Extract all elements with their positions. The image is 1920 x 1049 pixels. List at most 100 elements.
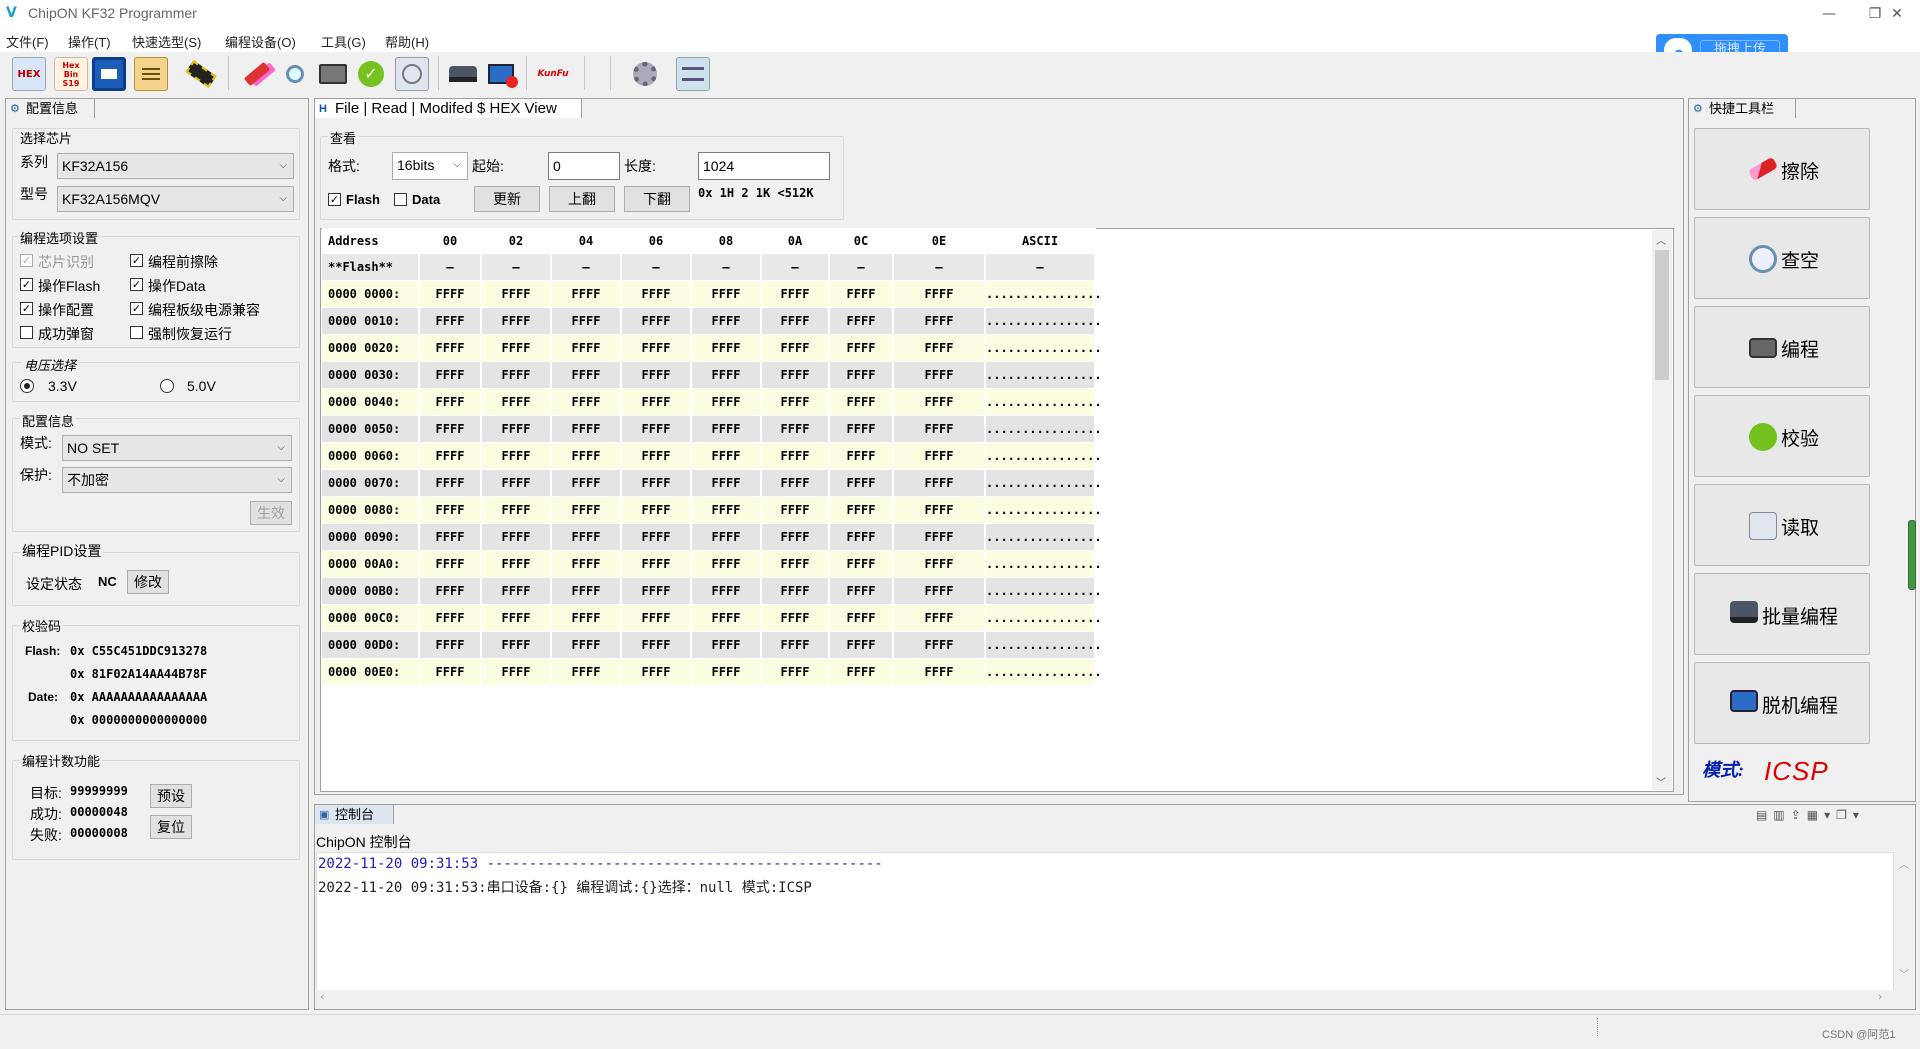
batch-program-icon[interactable] bbox=[446, 57, 480, 91]
hex-cell[interactable]: FFFF bbox=[482, 443, 552, 469]
hex-cell[interactable]: FFFF bbox=[762, 497, 830, 523]
hex-cell[interactable]: FFFF bbox=[894, 578, 986, 604]
hex-cell[interactable]: FFFF bbox=[622, 335, 692, 361]
hex-cell[interactable]: FFFF bbox=[894, 551, 986, 577]
option-checkbox[interactable] bbox=[20, 326, 33, 339]
quick-button[interactable]: 擦除 bbox=[1694, 128, 1870, 210]
hex-cell[interactable]: FFFF bbox=[622, 659, 692, 685]
hex-cell[interactable]: FFFF bbox=[420, 362, 482, 388]
blank-check-icon[interactable] bbox=[278, 57, 312, 91]
hex-cell[interactable]: FFFF bbox=[622, 389, 692, 415]
scroll-up-icon[interactable]: ︿ bbox=[1899, 856, 1909, 871]
hex-cell[interactable]: FFFF bbox=[692, 605, 762, 631]
hex-cell[interactable]: FFFF bbox=[894, 362, 986, 388]
hex-cell[interactable]: 0E bbox=[894, 228, 986, 254]
preset-button[interactable]: 预设 bbox=[150, 784, 192, 808]
hex-cell[interactable]: FFFF bbox=[482, 362, 552, 388]
apply-button[interactable]: 生效 bbox=[250, 501, 292, 525]
scroll-down-icon[interactable]: ﹀ bbox=[1656, 774, 1666, 789]
menu-help[interactable]: 帮助(H) bbox=[385, 32, 429, 51]
option-checkbox[interactable]: ✓ bbox=[20, 254, 33, 267]
scroll-left-icon[interactable]: ‹ bbox=[320, 990, 324, 1003]
hex-cell[interactable]: FFFF bbox=[482, 578, 552, 604]
hex-cell[interactable]: FFFF bbox=[692, 335, 762, 361]
hex-cell[interactable]: FFFF bbox=[552, 308, 622, 334]
hex-cell[interactable]: 0C bbox=[830, 228, 894, 254]
hex-cell[interactable]: FFFF bbox=[420, 416, 482, 442]
scroll-up-icon[interactable]: ︿ bbox=[1656, 232, 1666, 247]
tab-console[interactable]: ▣ 控制台 bbox=[314, 804, 394, 824]
hex-cell[interactable]: FFFF bbox=[552, 443, 622, 469]
hex-cell[interactable]: FFFF bbox=[622, 524, 692, 550]
hex-cell[interactable]: FFFF bbox=[762, 632, 830, 658]
console-hscrollbar[interactable]: ‹ › bbox=[316, 990, 1894, 1006]
quick-button[interactable]: 编程 bbox=[1694, 306, 1870, 388]
console-scrollbar[interactable]: ︿ ﹀ bbox=[1894, 852, 1914, 1002]
hex-cell[interactable]: — bbox=[830, 254, 894, 280]
tab-config[interactable]: ⚙ 配置信息 bbox=[5, 98, 95, 118]
hex-cell[interactable]: FFFF bbox=[894, 416, 986, 442]
hex-cell[interactable]: FFFF bbox=[762, 551, 830, 577]
mode-select[interactable]: NO SET ⌵ bbox=[62, 435, 292, 461]
data-checkbox[interactable] bbox=[394, 193, 407, 206]
hex-cell[interactable]: FFFF bbox=[552, 524, 622, 550]
hex-cell[interactable]: 00 bbox=[420, 228, 482, 254]
menu-quick-select[interactable]: 快速选型(S) bbox=[132, 32, 201, 51]
menu-operation[interactable]: 操作(T) bbox=[68, 32, 111, 51]
hex-cell[interactable]: FFFF bbox=[622, 443, 692, 469]
quick-button[interactable]: 校验 bbox=[1694, 395, 1870, 477]
hex-cell[interactable]: FFFF bbox=[692, 443, 762, 469]
hex-cell[interactable]: FFFF bbox=[622, 281, 692, 307]
hex-cell[interactable]: FFFF bbox=[894, 497, 986, 523]
flash-checkbox[interactable]: ✓ bbox=[328, 193, 341, 206]
page-down-button[interactable]: 下翻 bbox=[624, 186, 690, 212]
protect-select[interactable]: 不加密 ⌵ bbox=[62, 467, 292, 493]
hex-cell[interactable]: FFFF bbox=[482, 335, 552, 361]
hex-cell[interactable]: FFFF bbox=[830, 389, 894, 415]
hex-cell[interactable]: FFFF bbox=[692, 389, 762, 415]
hex-cell[interactable]: FFFF bbox=[552, 659, 622, 685]
quick-button[interactable]: 脱机编程 bbox=[1694, 662, 1870, 744]
hex-cell[interactable]: FFFF bbox=[622, 578, 692, 604]
hex-cell[interactable]: FFFF bbox=[762, 605, 830, 631]
dropdown-icon[interactable]: ▾ bbox=[1853, 808, 1865, 822]
option-checkbox[interactable]: ✓ bbox=[20, 278, 33, 291]
hex-cell[interactable]: FFFF bbox=[420, 578, 482, 604]
option-checkbox[interactable]: ✓ bbox=[130, 278, 143, 291]
hex-cell[interactable]: FFFF bbox=[830, 308, 894, 334]
quick-button[interactable]: 批量编程 bbox=[1694, 573, 1870, 655]
hex-cell[interactable]: FFFF bbox=[894, 605, 986, 631]
option-checkbox[interactable]: ✓ bbox=[130, 254, 143, 267]
hex-cell[interactable]: FFFF bbox=[894, 470, 986, 496]
menu-tools[interactable]: 工具(G) bbox=[321, 32, 366, 51]
option-checkbox[interactable]: ✓ bbox=[130, 302, 143, 315]
hex-cell[interactable]: FFFF bbox=[762, 578, 830, 604]
hex-cell[interactable]: FFFF bbox=[420, 659, 482, 685]
hex-cell[interactable]: FFFF bbox=[482, 416, 552, 442]
hex-cell[interactable]: FFFF bbox=[692, 659, 762, 685]
pid-modify-button[interactable]: 修改 bbox=[127, 570, 169, 594]
hex-cell[interactable]: FFFF bbox=[894, 281, 986, 307]
hex-cell[interactable]: FFFF bbox=[482, 632, 552, 658]
report-icon[interactable] bbox=[134, 57, 168, 91]
hex-cell[interactable]: 06 bbox=[622, 228, 692, 254]
pin-icon[interactable]: ▥ bbox=[1773, 808, 1790, 822]
hex-cell[interactable]: FFFF bbox=[420, 470, 482, 496]
hex-cell[interactable]: FFFF bbox=[830, 551, 894, 577]
quick-button[interactable]: 查空 bbox=[1694, 217, 1870, 299]
hex-cell[interactable]: FFFF bbox=[420, 605, 482, 631]
hex-cell[interactable]: FFFF bbox=[552, 416, 622, 442]
hex-cell[interactable]: FFFF bbox=[420, 632, 482, 658]
hex-cell[interactable]: FFFF bbox=[482, 605, 552, 631]
hex-cell[interactable]: FFFF bbox=[420, 497, 482, 523]
read-icon[interactable] bbox=[395, 57, 429, 91]
menu-file[interactable]: 文件(F) bbox=[6, 32, 49, 51]
hex-cell[interactable]: FFFF bbox=[830, 470, 894, 496]
hex-cell[interactable]: FFFF bbox=[762, 335, 830, 361]
scroll-down-icon[interactable]: ﹀ bbox=[1899, 966, 1909, 981]
hex-cell[interactable]: FFFF bbox=[552, 389, 622, 415]
hex-cell[interactable]: FFFF bbox=[762, 443, 830, 469]
hex-cell[interactable]: FFFF bbox=[830, 362, 894, 388]
start-input[interactable] bbox=[548, 152, 620, 180]
hex-cell[interactable]: FFFF bbox=[830, 524, 894, 550]
